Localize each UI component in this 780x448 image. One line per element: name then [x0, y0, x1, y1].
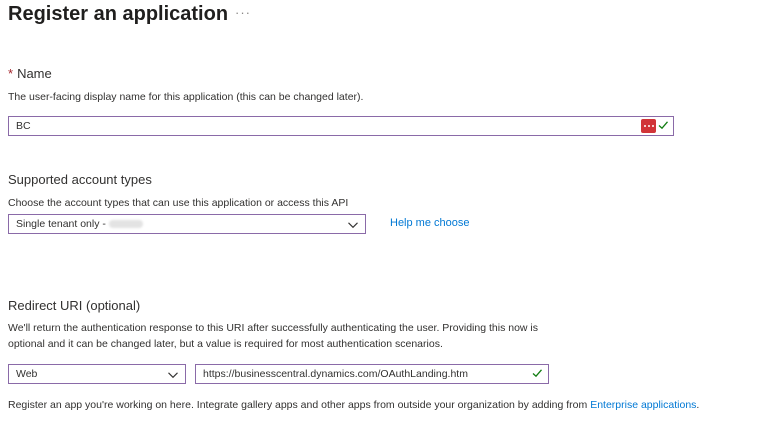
- chevron-down-icon: [348, 222, 358, 229]
- page-title: Register an application: [8, 3, 229, 25]
- name-description: The user-facing display name for this ap…: [8, 91, 364, 103]
- account-types-label: Supported account types: [8, 172, 152, 187]
- platform-dropdown[interactable]: Web: [8, 364, 186, 384]
- help-me-choose-link[interactable]: Help me choose: [390, 217, 470, 229]
- account-types-description: Choose the account types that can use th…: [8, 197, 349, 209]
- account-type-dropdown[interactable]: Single tenant only -: [8, 214, 366, 234]
- footer-text: Register an app you're working on here. …: [8, 397, 699, 413]
- account-type-selected-text: Single tenant only -: [16, 218, 106, 230]
- account-type-selected: Single tenant only -: [16, 218, 143, 230]
- name-input[interactable]: BC: [8, 116, 674, 136]
- platform-selected: Web: [16, 368, 38, 380]
- redacted-tenant-name: [108, 220, 143, 229]
- redirect-uri-description: We'll return the authentication response…: [8, 322, 539, 350]
- valid-check-icon: [658, 121, 668, 130]
- redirect-uri-input[interactable]: https://businesscentral.dynamics.com/OAu…: [195, 364, 549, 384]
- chevron-down-icon: [168, 372, 178, 379]
- footer-suffix: .: [696, 399, 700, 411]
- footer-description: Register an app you're working on here. …: [8, 399, 591, 411]
- more-horizontal-icon[interactable]: ···: [235, 5, 251, 20]
- enterprise-applications-link[interactable]: Enterprise applications: [590, 399, 696, 411]
- redirect-uri-value: https://businesscentral.dynamics.com/OAu…: [203, 368, 468, 380]
- redirect-uri-label: Redirect URI (optional): [8, 298, 141, 313]
- required-marker: *: [8, 66, 14, 81]
- name-label-row: * Name: [8, 66, 52, 81]
- valid-check-icon: [532, 369, 542, 378]
- password-manager-icon[interactable]: [641, 119, 656, 133]
- name-label: Name: [17, 66, 52, 81]
- name-input-value: BC: [16, 120, 31, 132]
